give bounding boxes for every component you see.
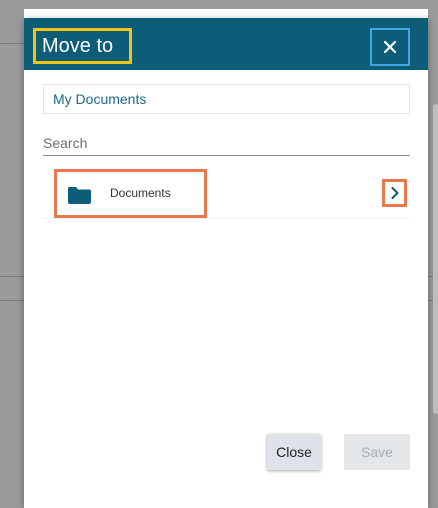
scrollbar[interactable] [433, 104, 438, 414]
move-to-dialog: Move to My Documents Documents Close Sav… [24, 18, 438, 508]
dialog-title: Move to [33, 28, 132, 64]
backdrop-overlay-top [0, 0, 438, 9]
backdrop-divider [0, 43, 24, 44]
current-location-breadcrumb[interactable]: My Documents [43, 84, 410, 114]
backdrop-divider [0, 300, 24, 301]
save-button[interactable]: Save [344, 434, 410, 470]
close-dialog-button[interactable] [370, 28, 410, 66]
backdrop-divider [0, 276, 24, 277]
list-item: Documents [43, 167, 410, 219]
chevron-right-icon [391, 187, 398, 199]
close-button[interactable]: Close [267, 434, 321, 470]
folder-item-label: Documents [110, 186, 171, 200]
folder-icon [68, 187, 91, 204]
folder-item-documents[interactable]: Documents [54, 169, 207, 218]
search-input[interactable] [43, 130, 410, 156]
dialog-header: Move to [24, 18, 428, 70]
open-folder-button[interactable] [382, 179, 407, 207]
close-icon [383, 40, 397, 54]
backdrop-overlay-left [0, 9, 24, 508]
